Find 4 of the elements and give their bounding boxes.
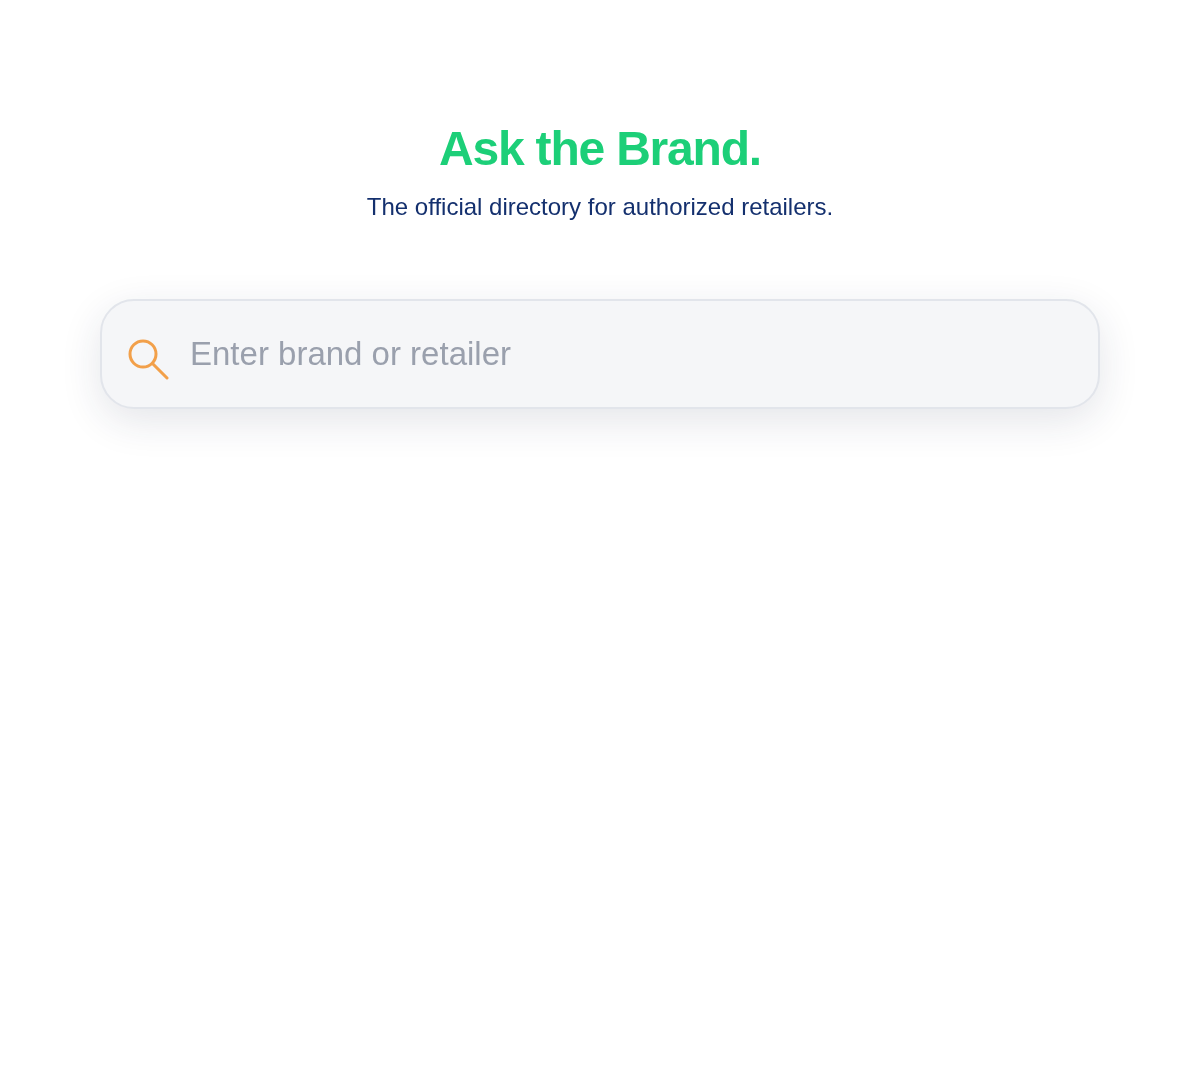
search-field[interactable]: Enter brand or retailer [100,299,1100,409]
page-title: Ask the Brand. [439,121,761,177]
search-icon [127,338,169,380]
page-subtitle: The official directory for authorized retailers. [366,192,834,222]
